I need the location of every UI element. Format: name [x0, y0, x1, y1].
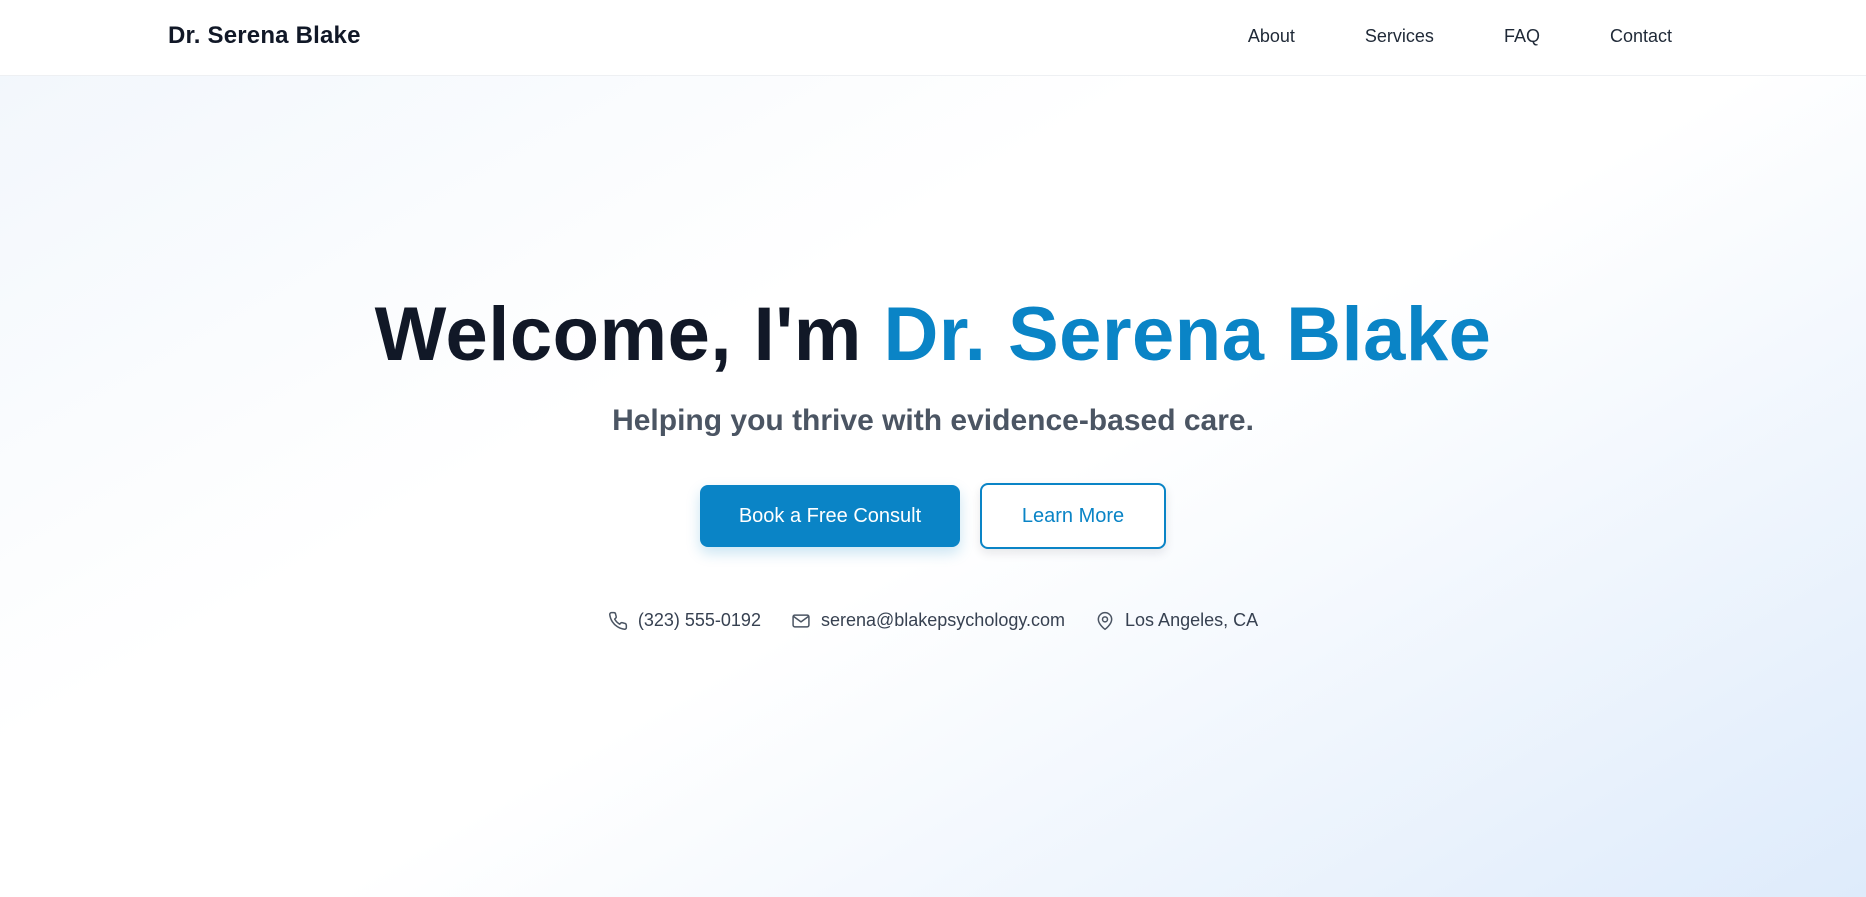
nav-contact[interactable]: Contact: [1610, 26, 1672, 47]
nav-about[interactable]: About: [1248, 26, 1295, 47]
hero-title: Welcome, I'm Dr. Serena Blake: [0, 291, 1866, 378]
main-nav: About Services FAQ Contact: [1248, 26, 1672, 47]
contact-email[interactable]: serena@blakepsychology.com: [791, 610, 1065, 631]
mail-icon: [792, 613, 810, 628]
location-text: Los Angeles, CA: [1125, 610, 1259, 630]
cta-buttons: Book a Free Consult Learn More: [0, 483, 1866, 549]
map-pin-icon: [1097, 611, 1113, 630]
learn-more-button[interactable]: Learn More: [980, 483, 1166, 549]
contact-phone[interactable]: (323) 555-0192: [608, 610, 761, 631]
brand-logo[interactable]: Dr. Serena Blake: [168, 22, 361, 50]
phone-text: (323) 555-0192: [637, 610, 761, 630]
hero-section: Welcome, I'm Dr. Serena Blake Helping yo…: [0, 76, 1866, 897]
hero-title-prefix: Welcome, I'm: [374, 292, 884, 377]
page: Dr. Serena Blake About Services FAQ Cont…: [0, 0, 1866, 897]
phone-icon: [608, 611, 627, 630]
nav-faq[interactable]: FAQ: [1504, 26, 1540, 47]
hero-title-name: Dr. Serena Blake: [883, 292, 1492, 377]
contact-location: Los Angeles, CA: [1095, 610, 1258, 631]
hero-subtitle: Helping you thrive with evidence-based c…: [612, 404, 1254, 437]
book-consult-button[interactable]: Book a Free Consult: [700, 485, 960, 547]
email-text: serena@blakepsychology.com: [820, 610, 1066, 630]
contact-info: (323) 555-0192 serena@blakepsychology.co…: [0, 610, 1866, 631]
site-header: Dr. Serena Blake About Services FAQ Cont…: [0, 0, 1866, 76]
nav-services[interactable]: Services: [1365, 26, 1434, 47]
